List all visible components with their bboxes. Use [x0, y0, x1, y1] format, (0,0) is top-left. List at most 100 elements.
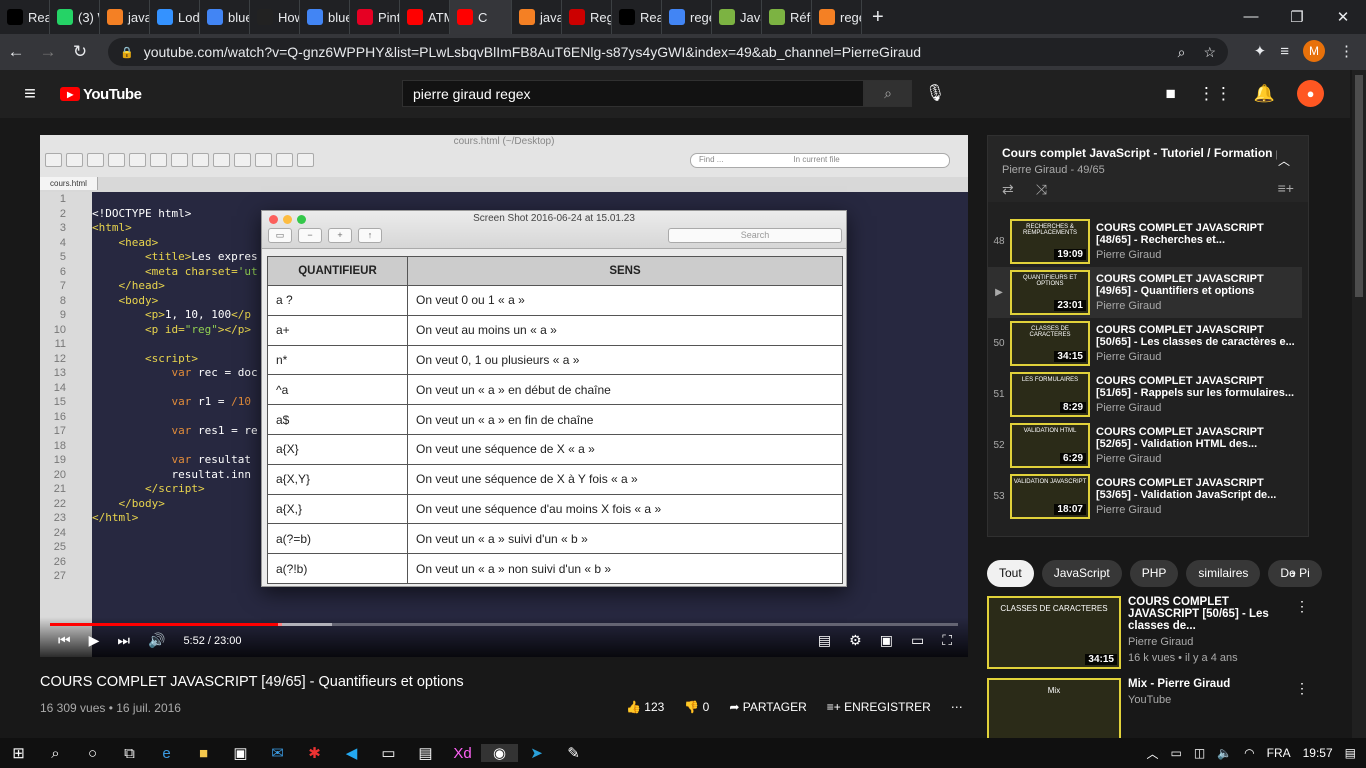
- scrollbar-thumb[interactable]: [1355, 75, 1363, 297]
- app-red-icon[interactable]: ✱: [296, 744, 333, 762]
- reload-button[interactable]: ↻: [64, 42, 96, 62]
- playlist-item[interactable]: 51 LES FORMULAIRES 8:29 COURS COMPLET JAVAS…: [988, 369, 1302, 420]
- media-icon[interactable]: ≡: [1280, 43, 1289, 60]
- close-window-icon[interactable]: ✕: [1320, 8, 1366, 26]
- notifications-bell-icon[interactable]: 🔔: [1254, 84, 1275, 104]
- recommendation-item[interactable]: CLASSES DE CARACTERES 34:15 COURS COMPLET …: [987, 596, 1309, 669]
- filter-chip[interactable]: similaires: [1186, 560, 1261, 587]
- collapse-chevron-icon[interactable]: ︿: [1278, 152, 1290, 169]
- wifi-icon[interactable]: ◠: [1244, 746, 1254, 760]
- filter-chip[interactable]: PHP: [1129, 560, 1179, 587]
- browser-tab[interactable]: Regu: [562, 0, 612, 34]
- dislike-button[interactable]: 👎 0: [684, 700, 709, 714]
- previous-icon[interactable]: ⏮: [58, 632, 71, 649]
- tray-chevron-icon[interactable]: ︿: [1146, 745, 1158, 762]
- more-options-icon[interactable]: ⋮: [1295, 598, 1309, 615]
- miniplayer-icon[interactable]: ▣: [880, 632, 893, 649]
- next-icon[interactable]: ⏭: [117, 632, 130, 649]
- more-actions-icon[interactable]: ⋯: [951, 700, 963, 714]
- browser-tab[interactable]: rege: [812, 0, 862, 34]
- play-icon[interactable]: ▶: [89, 632, 100, 649]
- search-input[interactable]: pierre giraud regex: [402, 80, 864, 107]
- loop-icon[interactable]: ⇄: [1002, 181, 1014, 198]
- playlist-item[interactable]: 53 VALIDATION JAVASCRIPT 18:07 COURS COMPLE…: [988, 471, 1302, 522]
- forward-button[interactable]: →: [32, 42, 64, 62]
- windows-start-icon[interactable]: ⊞: [0, 744, 37, 762]
- browser-tab[interactable]: C: [450, 0, 512, 34]
- playlist-menu-icon[interactable]: ≡+: [1278, 180, 1294, 196]
- cortana-icon[interactable]: ○: [74, 745, 111, 762]
- edge-icon[interactable]: e: [148, 745, 185, 762]
- user-avatar[interactable]: ●: [1297, 80, 1324, 107]
- microphone-icon[interactable]: 🎙: [925, 83, 945, 103]
- browser-tab[interactable]: javas: [100, 0, 150, 34]
- create-video-icon[interactable]: ■: [1166, 84, 1176, 104]
- apps-grid-icon[interactable]: ⋮⋮: [1198, 84, 1232, 104]
- language-indicator[interactable]: FRA: [1267, 746, 1291, 760]
- filter-chip[interactable]: Tout: [987, 560, 1034, 587]
- network-icon[interactable]: ◫: [1194, 746, 1205, 760]
- file-explorer-icon[interactable]: ■: [185, 745, 222, 762]
- playlist-item[interactable]: 52 VALIDATION HTML 6:29 COURS COMPLET JAVAS…: [988, 420, 1302, 471]
- browser-tab[interactable]: Reac: [0, 0, 50, 34]
- url-field[interactable]: 🔒 youtube.com/watch?v=Q-gnz6WPPHY&list=P…: [108, 38, 1228, 66]
- back-button[interactable]: ←: [0, 42, 32, 62]
- star-icon[interactable]: ☆: [1203, 44, 1216, 61]
- minimize-window-icon[interactable]: —: [1228, 8, 1274, 26]
- progress-bar[interactable]: [50, 623, 958, 626]
- hamburger-menu-icon[interactable]: ≡: [0, 83, 60, 106]
- volume-tray-icon[interactable]: 🔈: [1217, 746, 1232, 760]
- browser-tab[interactable]: How: [250, 0, 300, 34]
- notifications-center-icon[interactable]: ▤: [1345, 746, 1356, 760]
- browser-tab[interactable]: blue: [200, 0, 250, 34]
- shuffle-icon[interactable]: ⤨: [1036, 181, 1047, 198]
- telegram-icon[interactable]: ➤: [518, 744, 555, 762]
- browser-tab[interactable]: javas: [512, 0, 562, 34]
- extensions-icon[interactable]: ✦: [1254, 42, 1267, 60]
- terminal-icon[interactable]: ▭: [370, 744, 407, 762]
- browser-tab[interactable]: Reac: [612, 0, 662, 34]
- theater-mode-icon[interactable]: ▭: [911, 632, 924, 649]
- more-options-icon[interactable]: ⋮: [1295, 680, 1309, 697]
- fullscreen-icon[interactable]: ⛶: [942, 632, 952, 649]
- volume-icon[interactable]: 🔊: [148, 632, 165, 649]
- monitor-icon[interactable]: ▤: [407, 744, 444, 762]
- like-button[interactable]: 👍 123: [626, 700, 664, 714]
- new-tab-button[interactable]: +: [862, 6, 894, 29]
- paint-icon[interactable]: ✎: [555, 744, 592, 762]
- browser-tab[interactable]: JavaS: [712, 0, 762, 34]
- browser-tab[interactable]: ATM: [400, 0, 450, 34]
- page-scrollbar[interactable]: [1352, 70, 1366, 738]
- browser-tab[interactable]: Loda: [150, 0, 200, 34]
- mail-icon[interactable]: ✉: [259, 744, 296, 762]
- playlist-item[interactable]: 50 CLASSES DE CARACTERES 34:15 COURS COMPLE…: [988, 318, 1302, 369]
- restore-window-icon[interactable]: ❐: [1274, 8, 1320, 26]
- youtube-logo[interactable]: ▶ YouTube: [60, 86, 142, 103]
- xd-icon[interactable]: Xd: [444, 745, 481, 762]
- playlist-item[interactable]: ▶ QUANTIFIEURS ET OPTIONS 23:01 COURS COMPL…: [988, 267, 1302, 318]
- settings-gear-icon[interactable]: ⚙: [849, 632, 862, 649]
- browser-tab[interactable]: Pinte: [350, 0, 400, 34]
- clock[interactable]: 19:57: [1303, 746, 1333, 760]
- browser-tab[interactable]: rege: [662, 0, 712, 34]
- vscode-icon[interactable]: ◀: [333, 744, 370, 762]
- search-button[interactable]: ⌕: [864, 80, 912, 107]
- subtitles-icon[interactable]: ▤: [818, 632, 831, 649]
- video-player[interactable]: cours.html (~/Desktop) Find ... In curren…: [40, 135, 968, 657]
- filter-chip[interactable]: JavaScript: [1041, 560, 1122, 587]
- share-button[interactable]: ➦ PARTAGER: [729, 700, 806, 714]
- task-view-icon[interactable]: ⧉: [111, 745, 148, 762]
- zoom-icon[interactable]: ⌕: [1178, 44, 1186, 61]
- browser-tab[interactable]: blue: [300, 0, 350, 34]
- browser-tab[interactable]: (3) W: [50, 0, 100, 34]
- save-button[interactable]: ≡+ ENREGISTRER: [827, 700, 931, 714]
- chips-next-chevron-icon[interactable]: ›: [1291, 565, 1296, 581]
- browser-tab[interactable]: Réfé: [762, 0, 812, 34]
- store-icon[interactable]: ▣: [222, 744, 259, 762]
- playlist-item[interactable]: 48 RECHERCHES & REMPLACEMENTS 19:09 COURS C…: [988, 216, 1302, 267]
- search-taskbar-icon[interactable]: ⌕: [37, 745, 74, 762]
- chrome-icon[interactable]: ◉: [481, 744, 518, 762]
- menu-icon[interactable]: ⋮: [1339, 42, 1354, 60]
- playlist-title[interactable]: Cours complet JavaScript - Tutoriel / Fo…: [1002, 146, 1277, 160]
- battery-icon[interactable]: ▭: [1171, 746, 1182, 760]
